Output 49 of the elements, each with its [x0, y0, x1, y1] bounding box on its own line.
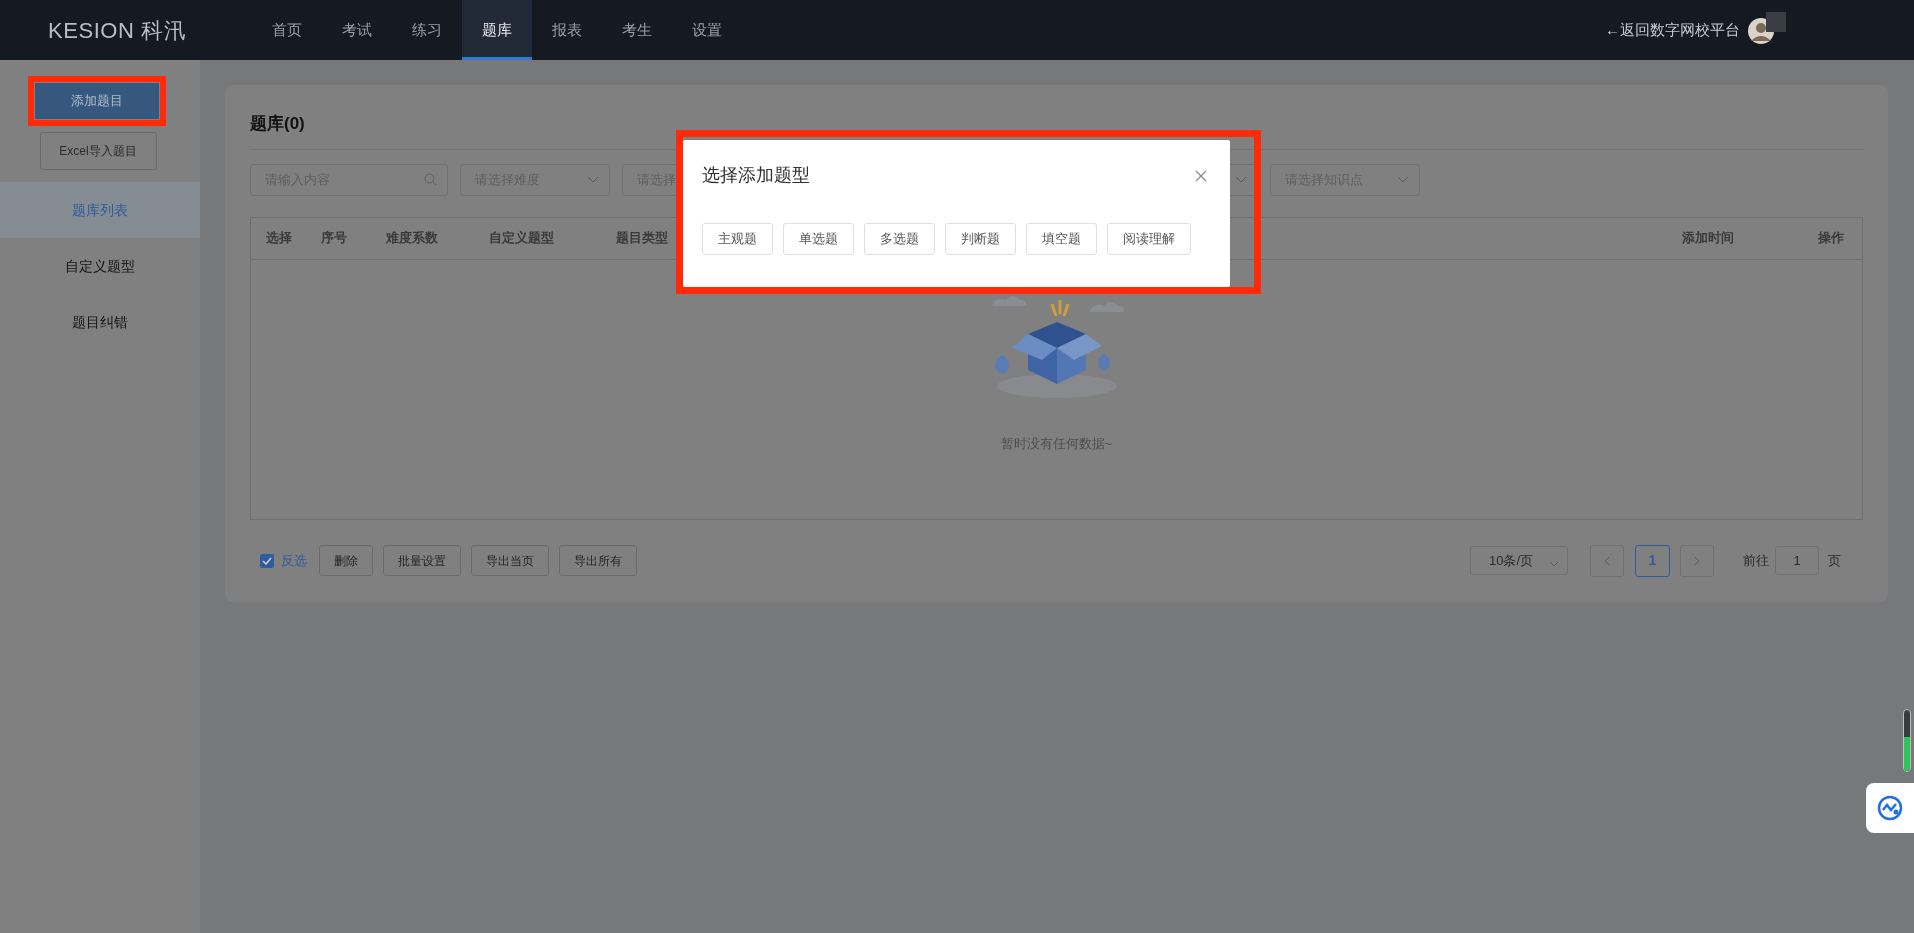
back-link[interactable]: ←返回数字网校平台 — [1605, 18, 1740, 42]
action-button[interactable]: 批量设置 — [383, 545, 461, 576]
question-type-button[interactable]: 阅读理解 — [1107, 223, 1191, 255]
assistant-button[interactable] — [1866, 783, 1914, 833]
excel-import-button[interactable]: Excel导入题目 — [39, 132, 157, 170]
add-question-button[interactable]: 添加题目 — [35, 83, 159, 119]
nav-tab[interactable]: 考生 — [602, 0, 672, 60]
question-type-button[interactable]: 多选题 — [864, 223, 935, 255]
search-icon — [424, 173, 437, 186]
chevron-down-icon — [1549, 560, 1559, 567]
column-header: 添加时间 — [1682, 229, 1735, 248]
action-button[interactable]: 导出所有 — [559, 545, 637, 576]
sidebar-item[interactable]: 自定义题型 — [0, 238, 200, 294]
page-size-select[interactable]: 10条/页 — [1470, 546, 1568, 575]
goto-label: 前往 — [1743, 551, 1769, 570]
chevron-down-icon — [1397, 176, 1409, 183]
assistant-icon — [1877, 795, 1903, 821]
nav-tab[interactable]: 首页 — [252, 0, 322, 60]
close-icon[interactable] — [1195, 169, 1207, 182]
logo: KESION 科汛 — [48, 16, 187, 45]
question-type-button[interactable]: 主观题 — [702, 223, 773, 255]
dialog-title: 选择添加题型 — [702, 164, 810, 187]
action-button[interactable]: 导出当页 — [471, 545, 549, 576]
question-type-button[interactable]: 填空题 — [1026, 223, 1097, 255]
column-header: 选择 — [266, 229, 293, 248]
panel-title: 题库(0) — [250, 113, 306, 135]
nav-tab[interactable]: 报表 — [532, 0, 602, 60]
nav-tab[interactable]: 题库 — [462, 0, 532, 60]
goto-page-input[interactable]: 1 — [1775, 546, 1819, 575]
question-type-button[interactable]: 判断题 — [945, 223, 1016, 255]
column-header: 序号 — [321, 229, 348, 248]
nav-tab[interactable]: 考试 — [322, 0, 392, 60]
chevron-left-icon — [1604, 555, 1610, 566]
page-suffix: 页 — [1828, 551, 1841, 570]
sidebar-item[interactable]: 题目纠错 — [0, 294, 200, 350]
column-header: 题目类型 — [616, 229, 669, 248]
level-meter-drawing — [1903, 709, 1911, 772]
redaction-block — [1766, 12, 1786, 32]
nav-tab[interactable]: 设置 — [672, 0, 742, 60]
chevron-down-icon — [587, 176, 599, 183]
checkbox[interactable] — [260, 553, 274, 568]
nav-tab[interactable]: 练习 — [392, 0, 462, 60]
column-header: 自定义题型 — [489, 229, 555, 248]
column-header: 操作 — [1818, 229, 1844, 248]
question-type-button[interactable]: 单选题 — [783, 223, 854, 255]
action-button[interactable]: 删除 — [319, 545, 373, 576]
column-header: 难度系数 — [386, 229, 439, 248]
chevron-down-icon — [1235, 176, 1247, 183]
chevron-right-icon — [1694, 555, 1700, 566]
